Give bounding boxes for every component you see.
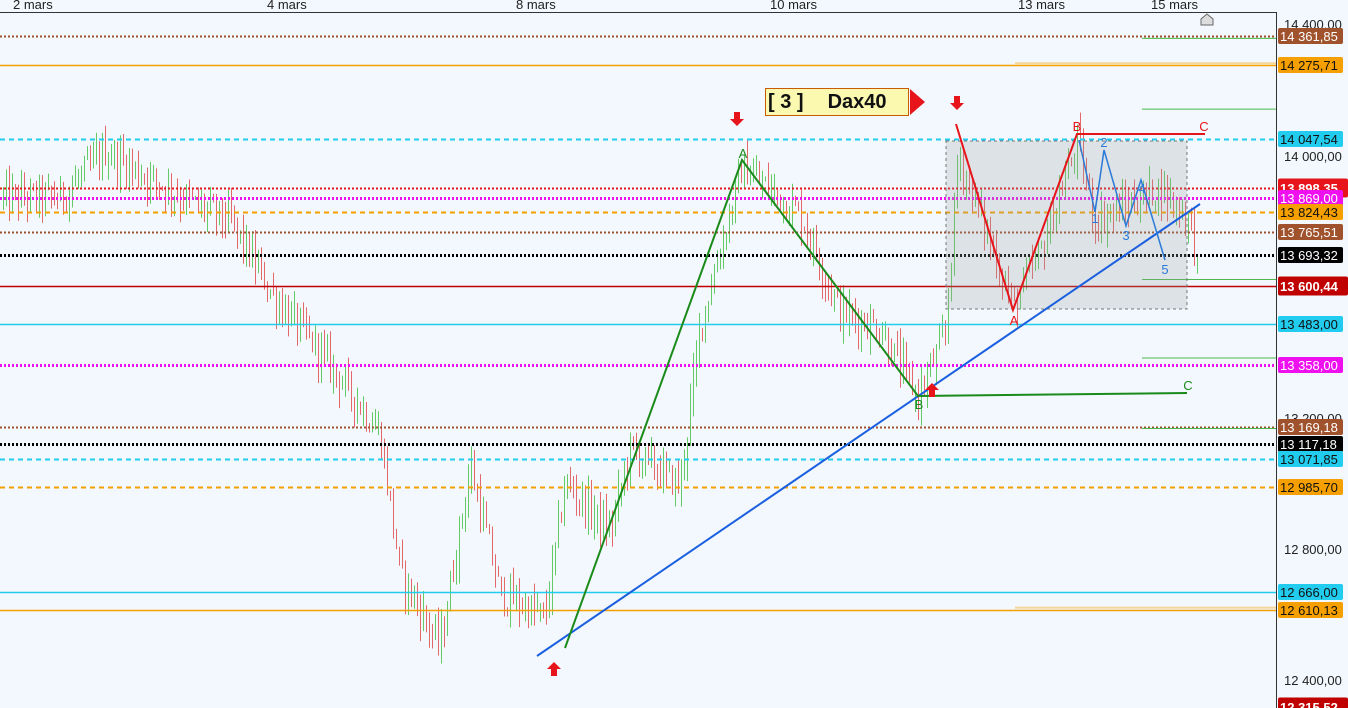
price-levels (0, 35, 1276, 612)
wave-label: A (1010, 313, 1019, 328)
price-tag-label: 13 071,85 (1280, 452, 1338, 467)
wave-label: C (1183, 378, 1192, 393)
price-tag-label: 14 361,85 (1280, 29, 1338, 44)
date-label: 2 mars (13, 0, 53, 12)
price-tag-label: 14 275,71 (1280, 58, 1338, 73)
wave-label: 4 (1138, 181, 1145, 196)
price-tag-label: 12 985,70 (1280, 480, 1338, 495)
price-tag-label: 13 693,32 (1280, 248, 1338, 263)
price-tick-label: 12 800,00 (1284, 542, 1342, 557)
price-tag-label: 13 765,51 (1280, 225, 1338, 240)
down-arrow-icon (950, 96, 964, 110)
date-label: 8 mars (516, 0, 556, 12)
price-tag-label: 13 824,43 (1280, 205, 1338, 220)
price-tick-label: 12 400,00 (1284, 673, 1342, 688)
wave-label: 3 (1122, 228, 1129, 243)
price-chart[interactable]: A B C A B C 1 2 3 4 5 2 mars 4 mars 8 mars 10 mars… (0, 0, 1348, 708)
price-tag-label: 12 666,00 (1280, 585, 1338, 600)
up-arrow-icon (547, 662, 561, 676)
down-arrow-icon (730, 112, 744, 126)
date-label: 10 mars (770, 0, 817, 12)
price-tag-label: 14 047,54 (1280, 132, 1338, 147)
wave-label: A (739, 146, 748, 161)
price-tag-label: 12 610,13 (1280, 603, 1338, 618)
price-tick-label: 14 000,00 (1284, 149, 1342, 164)
symbol-title-box: [ 3 ] Dax40 (765, 88, 909, 116)
wave-label: C (1199, 119, 1208, 134)
price-tag-label: 13 169,18 (1280, 420, 1338, 435)
date-label: 13 mars (1018, 0, 1065, 12)
wave-label: B (1073, 119, 1082, 134)
alert-bell-icon[interactable] (1200, 13, 1214, 26)
consolidation-zone (945, 140, 1188, 310)
price-tag-label: 13 483,00 (1280, 317, 1338, 332)
wave-label: B (915, 397, 924, 412)
symbol-name: Dax40 (827, 90, 887, 113)
price-tag-label: 13 358,00 (1280, 358, 1338, 373)
trendline (536, 203, 1201, 657)
date-label: 15 mars (1151, 0, 1198, 12)
price-tag-label: 13 600,44 (1280, 279, 1339, 294)
wave-annotations: A B C A B C 1 2 3 4 5 (536, 96, 1209, 676)
wave-label: 5 (1161, 262, 1168, 277)
price-tag-label: 13 869,00 (1280, 191, 1338, 206)
play-arrow-icon (910, 89, 925, 115)
chart-number: [ 3 ] (768, 90, 804, 113)
date-label: 4 mars (267, 0, 307, 12)
wave-label: 2 (1100, 135, 1107, 150)
price-tag-label: 12 315,52 (1280, 700, 1338, 708)
price-tag-label: 13 117,18 (1280, 437, 1337, 452)
wave-label: 1 (1091, 211, 1098, 226)
price-tags: 14 361,8514 275,7114 047,5413 898,3513 8… (1278, 28, 1348, 708)
